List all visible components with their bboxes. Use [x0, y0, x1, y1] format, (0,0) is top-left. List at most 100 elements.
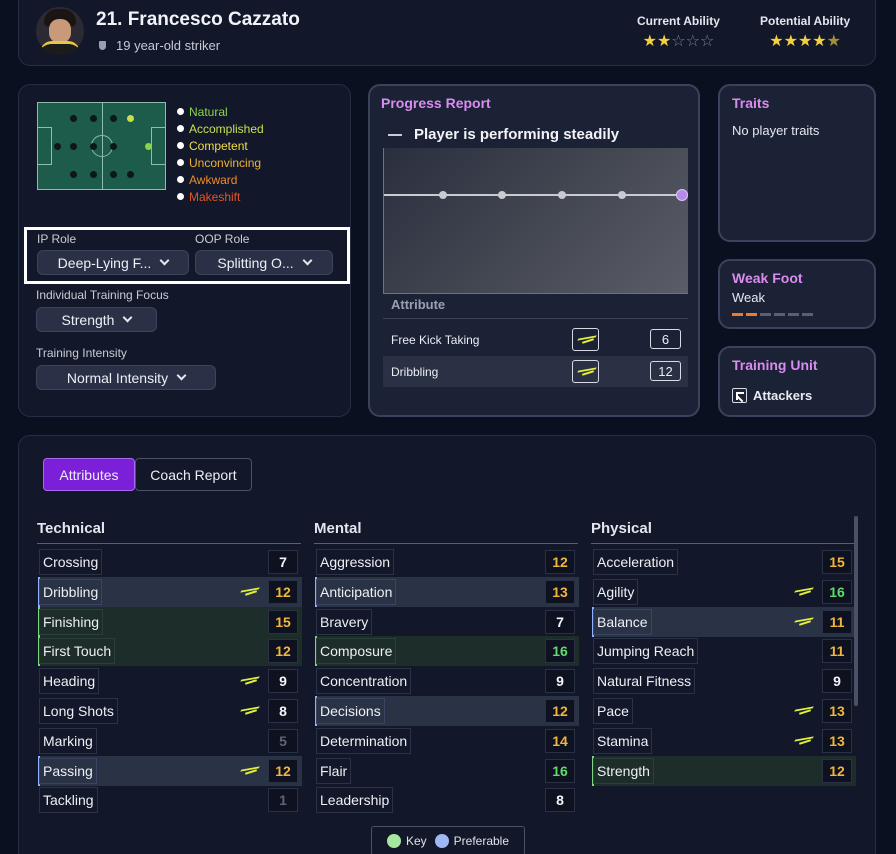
attribute-value: 5: [268, 728, 298, 753]
legend-competent: Competent: [177, 137, 264, 154]
progress-report-panel: Progress Report Player is performing ste…: [368, 84, 700, 417]
attribute-value: 15: [268, 609, 298, 634]
training-intensity-dropdown[interactable]: Normal Intensity: [36, 365, 216, 390]
oop-role-label: OOP Role: [195, 232, 250, 246]
chevron-down-icon: [159, 255, 170, 266]
attribute-value: 12: [268, 758, 298, 783]
attribute-row[interactable]: Bravery 7: [315, 607, 579, 637]
attribute-row[interactable]: Stamina 13: [592, 726, 856, 756]
attribute-name: Aggression: [316, 549, 395, 575]
attribute-name: Heading: [39, 668, 100, 695]
tab-coach-report[interactable]: Coach Report: [135, 458, 252, 491]
attribute-name: Tackling: [39, 787, 98, 814]
legend-natural: Natural: [177, 103, 264, 120]
legend-unconvincing: Unconvincing: [177, 154, 264, 171]
player-header: 21. Francesco Cazzato 19 year-old strike…: [18, 0, 876, 66]
legend-accomplished: Accomplished: [177, 120, 264, 137]
tab-attributes[interactable]: Attributes: [43, 458, 135, 491]
attribute-name: Agility: [593, 578, 639, 605]
weak-foot-level-bar: [732, 313, 813, 316]
training-intensity-value: Normal Intensity: [66, 369, 169, 386]
attribute-row[interactable]: Natural Fitness 9: [592, 666, 856, 696]
attribute-name: Leadership: [316, 787, 394, 814]
attribute-row[interactable]: Decisions 12: [315, 696, 579, 726]
training-focus-dropdown[interactable]: Strength: [36, 307, 157, 332]
attribute-row[interactable]: Leadership 8: [315, 785, 579, 815]
attribute-row[interactable]: Finishing 15: [38, 606, 302, 637]
bullet-icon: [177, 142, 184, 149]
training-intensity-label: Training Intensity: [36, 346, 127, 360]
positions-panel: Natural Accomplished Competent Unconvinc…: [18, 84, 351, 417]
attribute-row[interactable]: Long Shots 8: [38, 696, 302, 726]
attribute-key-legend: Key Preferable: [371, 826, 525, 854]
attribute-row[interactable]: Pace 13: [592, 696, 856, 726]
attribute-row[interactable]: First Touch 12: [38, 636, 302, 667]
attribute-row[interactable]: Composure 16: [315, 636, 579, 667]
attribute-value: 16: [822, 579, 852, 604]
attribute-row[interactable]: Passing 12: [38, 755, 302, 786]
attribute-row[interactable]: Crossing 7: [38, 547, 302, 577]
training-unit-link[interactable]: Attackers: [732, 388, 812, 403]
attributes-panel: Attributes Coach Report Technical Crossin…: [18, 435, 876, 854]
player-name: 21. Francesco Cazzato: [96, 9, 300, 30]
attribute-value: 7: [545, 609, 575, 634]
attribute-name: Concentration: [316, 668, 412, 695]
preferable-bolt-icon: [796, 738, 810, 744]
weak-foot-panel: Weak Foot Weak: [718, 259, 876, 329]
attribute-row[interactable]: Determination 14: [315, 726, 579, 756]
current-ability-label: Current Ability: [637, 14, 720, 28]
position-legend: Natural Accomplished Competent Unconvinc…: [177, 103, 264, 205]
ip-role-value: Deep-Lying F...: [57, 254, 152, 271]
attribute-row[interactable]: Heading 9: [38, 666, 302, 696]
oop-role-dropdown[interactable]: Splitting O...: [195, 250, 333, 275]
attribute-row[interactable]: Aggression 12: [315, 547, 579, 577]
chevron-down-icon: [302, 255, 313, 266]
attribute-row[interactable]: Acceleration 15: [592, 547, 856, 577]
training-unit-panel: Training Unit Attackers: [718, 346, 876, 417]
attribute-value: 12: [822, 758, 852, 783]
progress-point: [498, 191, 506, 199]
attribute-value: 15: [822, 550, 852, 574]
traits-text: No player traits: [732, 123, 820, 138]
progress-point: [439, 191, 447, 199]
progress-row: Dribbling 12: [383, 356, 688, 387]
attribute-value: 16: [545, 758, 575, 783]
player-subtitle: 19 year-old striker: [99, 38, 220, 53]
attribute-value: 16: [545, 639, 575, 664]
attribute-value: 14: [545, 728, 575, 753]
training-focus-label: Individual Training Focus: [36, 288, 169, 302]
oop-role-value: Splitting O...: [217, 254, 294, 271]
attribute-row[interactable]: Dribbling 12: [38, 576, 302, 607]
attribute-row[interactable]: Tackling 1: [38, 785, 302, 815]
bullet-icon: [177, 159, 184, 166]
progress-status-text: Player is performing steadily: [414, 126, 620, 143]
key-circle-icon: [386, 834, 401, 848]
key-label: Key: [405, 834, 427, 848]
progress-report-title: Progress Report: [381, 95, 491, 111]
ip-role-dropdown[interactable]: Deep-Lying F...: [37, 250, 189, 275]
position-pitch[interactable]: [37, 102, 166, 190]
attribute-row[interactable]: Agility 16: [592, 577, 856, 607]
attribute-row[interactable]: Anticipation 13: [315, 576, 579, 607]
attribute-row[interactable]: Strength 12: [592, 755, 856, 786]
attribute-name: Passing: [39, 757, 97, 784]
attribute-value: 13: [822, 728, 852, 753]
preferable-icon: [572, 360, 599, 383]
attribute-row[interactable]: Balance 11: [592, 606, 856, 637]
attribute-row[interactable]: Marking 5: [38, 726, 302, 756]
training-focus-value: Strength: [61, 311, 115, 328]
attributes-scrollbar[interactable]: [854, 516, 858, 706]
attribute-row[interactable]: Flair 16: [315, 756, 579, 786]
attribute-name: Bravery: [316, 608, 373, 635]
attribute-name: Balance: [593, 608, 652, 635]
potential-ability-stars-icon: ★★★★★: [769, 33, 841, 50]
progress-row-value: 6: [650, 329, 681, 349]
preferable-bolt-icon: [242, 708, 256, 714]
open-link-icon: [732, 388, 747, 403]
attribute-row[interactable]: Concentration 9: [315, 666, 579, 696]
role-selection-highlight: IP Role OOP Role Deep-Lying F... Splitti…: [24, 227, 350, 284]
steady-trend-icon: [388, 133, 402, 136]
attribute-row[interactable]: Jumping Reach 11: [592, 636, 856, 666]
attribute-name: Anticipation: [316, 578, 397, 605]
attribute-name: Stamina: [593, 727, 653, 754]
